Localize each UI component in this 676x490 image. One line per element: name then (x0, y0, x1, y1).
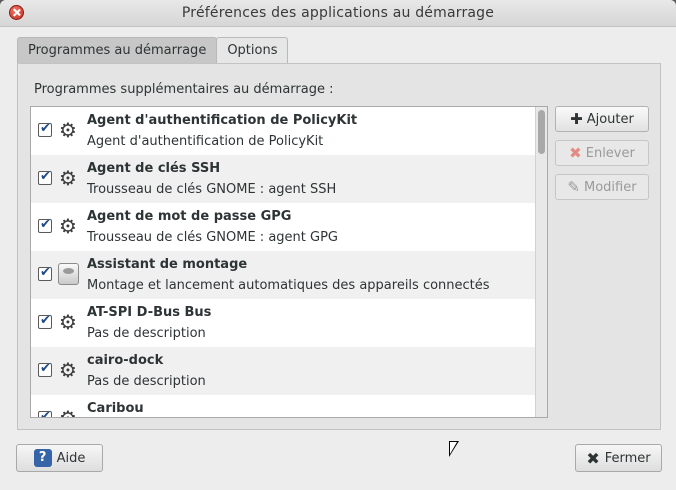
scrollbar-thumb[interactable] (538, 110, 545, 154)
list-item[interactable]: ⚙ cairo-dock Pas de description (31, 347, 547, 395)
program-name: Assistant de montage (87, 257, 248, 272)
enabled-checkbox[interactable] (38, 409, 52, 417)
close-button-label: Fermer (604, 450, 651, 466)
program-name: Agent de mot de passe GPG (87, 209, 292, 224)
program-name: cairo-dock (87, 353, 164, 368)
remove-button-label: Enlever (585, 145, 635, 161)
startup-programs-panel: Programmes supplémentaires au démarrage … (17, 63, 661, 430)
program-description: Trousseau de clés GNOME : agent SSH (87, 182, 337, 197)
help-button[interactable]: ? Aide (16, 444, 103, 472)
list-scrollbar[interactable] (535, 107, 547, 417)
gear-icon: ⚙ (59, 214, 77, 238)
add-button-label: Ajouter (586, 111, 634, 127)
list-item[interactable]: ⚙ AT-SPI D-Bus Bus Pas de description (31, 299, 547, 347)
pencil-icon: ✎ (567, 178, 580, 196)
program-description: Trousseau de clés GNOME : agent GPG (87, 230, 338, 245)
plus-icon: ✚ (570, 110, 583, 128)
gear-icon: ⚙ (59, 406, 77, 418)
program-name: Caribou (87, 401, 144, 416)
gear-icon: ⚙ (59, 358, 77, 382)
remove-icon: ✖ (569, 144, 582, 162)
list-item[interactable]: ⚙ Caribou (31, 395, 547, 418)
gear-icon: ⚙ (59, 310, 77, 334)
program-list[interactable]: ⚙ Agent d'authentification de PolicyKit … (30, 106, 548, 418)
list-item[interactable]: ⚙ Agent de mot de passe GPG Trousseau de… (31, 203, 547, 251)
mouse-pointer-icon (449, 441, 459, 457)
enabled-checkbox[interactable] (38, 121, 52, 137)
program-description: Agent d'authentification de PolicyKit (87, 134, 324, 149)
program-description: Pas de description (87, 326, 206, 341)
enabled-checkbox[interactable] (38, 169, 52, 185)
program-description: Montage et lancement automatiques des ap… (87, 278, 490, 293)
enabled-checkbox[interactable] (38, 313, 52, 329)
help-icon: ? (33, 449, 52, 467)
tab-startup-programs[interactable]: Programmes au démarrage (17, 37, 218, 63)
tab-options[interactable]: Options (216, 37, 289, 63)
gear-icon: ⚙ (59, 118, 77, 142)
edit-button[interactable]: ✎ Modifier (555, 174, 649, 200)
list-item[interactable]: Assistant de montage Montage et lancemen… (31, 251, 547, 299)
startup-preferences-window: Préférences des applications au démarrag… (0, 0, 676, 490)
drive-icon (58, 263, 79, 285)
help-button-label: Aide (56, 450, 86, 466)
remove-button[interactable]: ✖ Enlever (555, 140, 649, 166)
enabled-checkbox[interactable] (38, 265, 52, 281)
program-description: Pas de description (87, 374, 206, 389)
window-title: Préférences des applications au démarrag… (181, 5, 495, 21)
titlebar: Préférences des applications au démarrag… (0, 0, 676, 27)
edit-button-label: Modifier (584, 179, 637, 195)
close-button[interactable]: ✖ Fermer (575, 444, 662, 472)
list-item[interactable]: ⚙ Agent d'authentification de PolicyKit … (31, 107, 547, 155)
enabled-checkbox[interactable] (38, 361, 52, 377)
list-item[interactable]: ⚙ Agent de clés SSH Trousseau de clés GN… (31, 155, 547, 203)
program-name: Agent d'authentification de PolicyKit (87, 113, 358, 128)
close-icon: ✖ (586, 448, 600, 468)
gear-icon: ⚙ (59, 166, 77, 190)
program-name: AT-SPI D-Bus Bus (87, 305, 212, 320)
add-button[interactable]: ✚ Ajouter (555, 106, 649, 132)
enabled-checkbox[interactable] (38, 217, 52, 233)
program-name: Agent de clés SSH (87, 161, 221, 176)
tab-bar: Programmes au démarrage Options (17, 37, 289, 63)
panel-label: Programmes supplémentaires au démarrage … (34, 82, 334, 97)
